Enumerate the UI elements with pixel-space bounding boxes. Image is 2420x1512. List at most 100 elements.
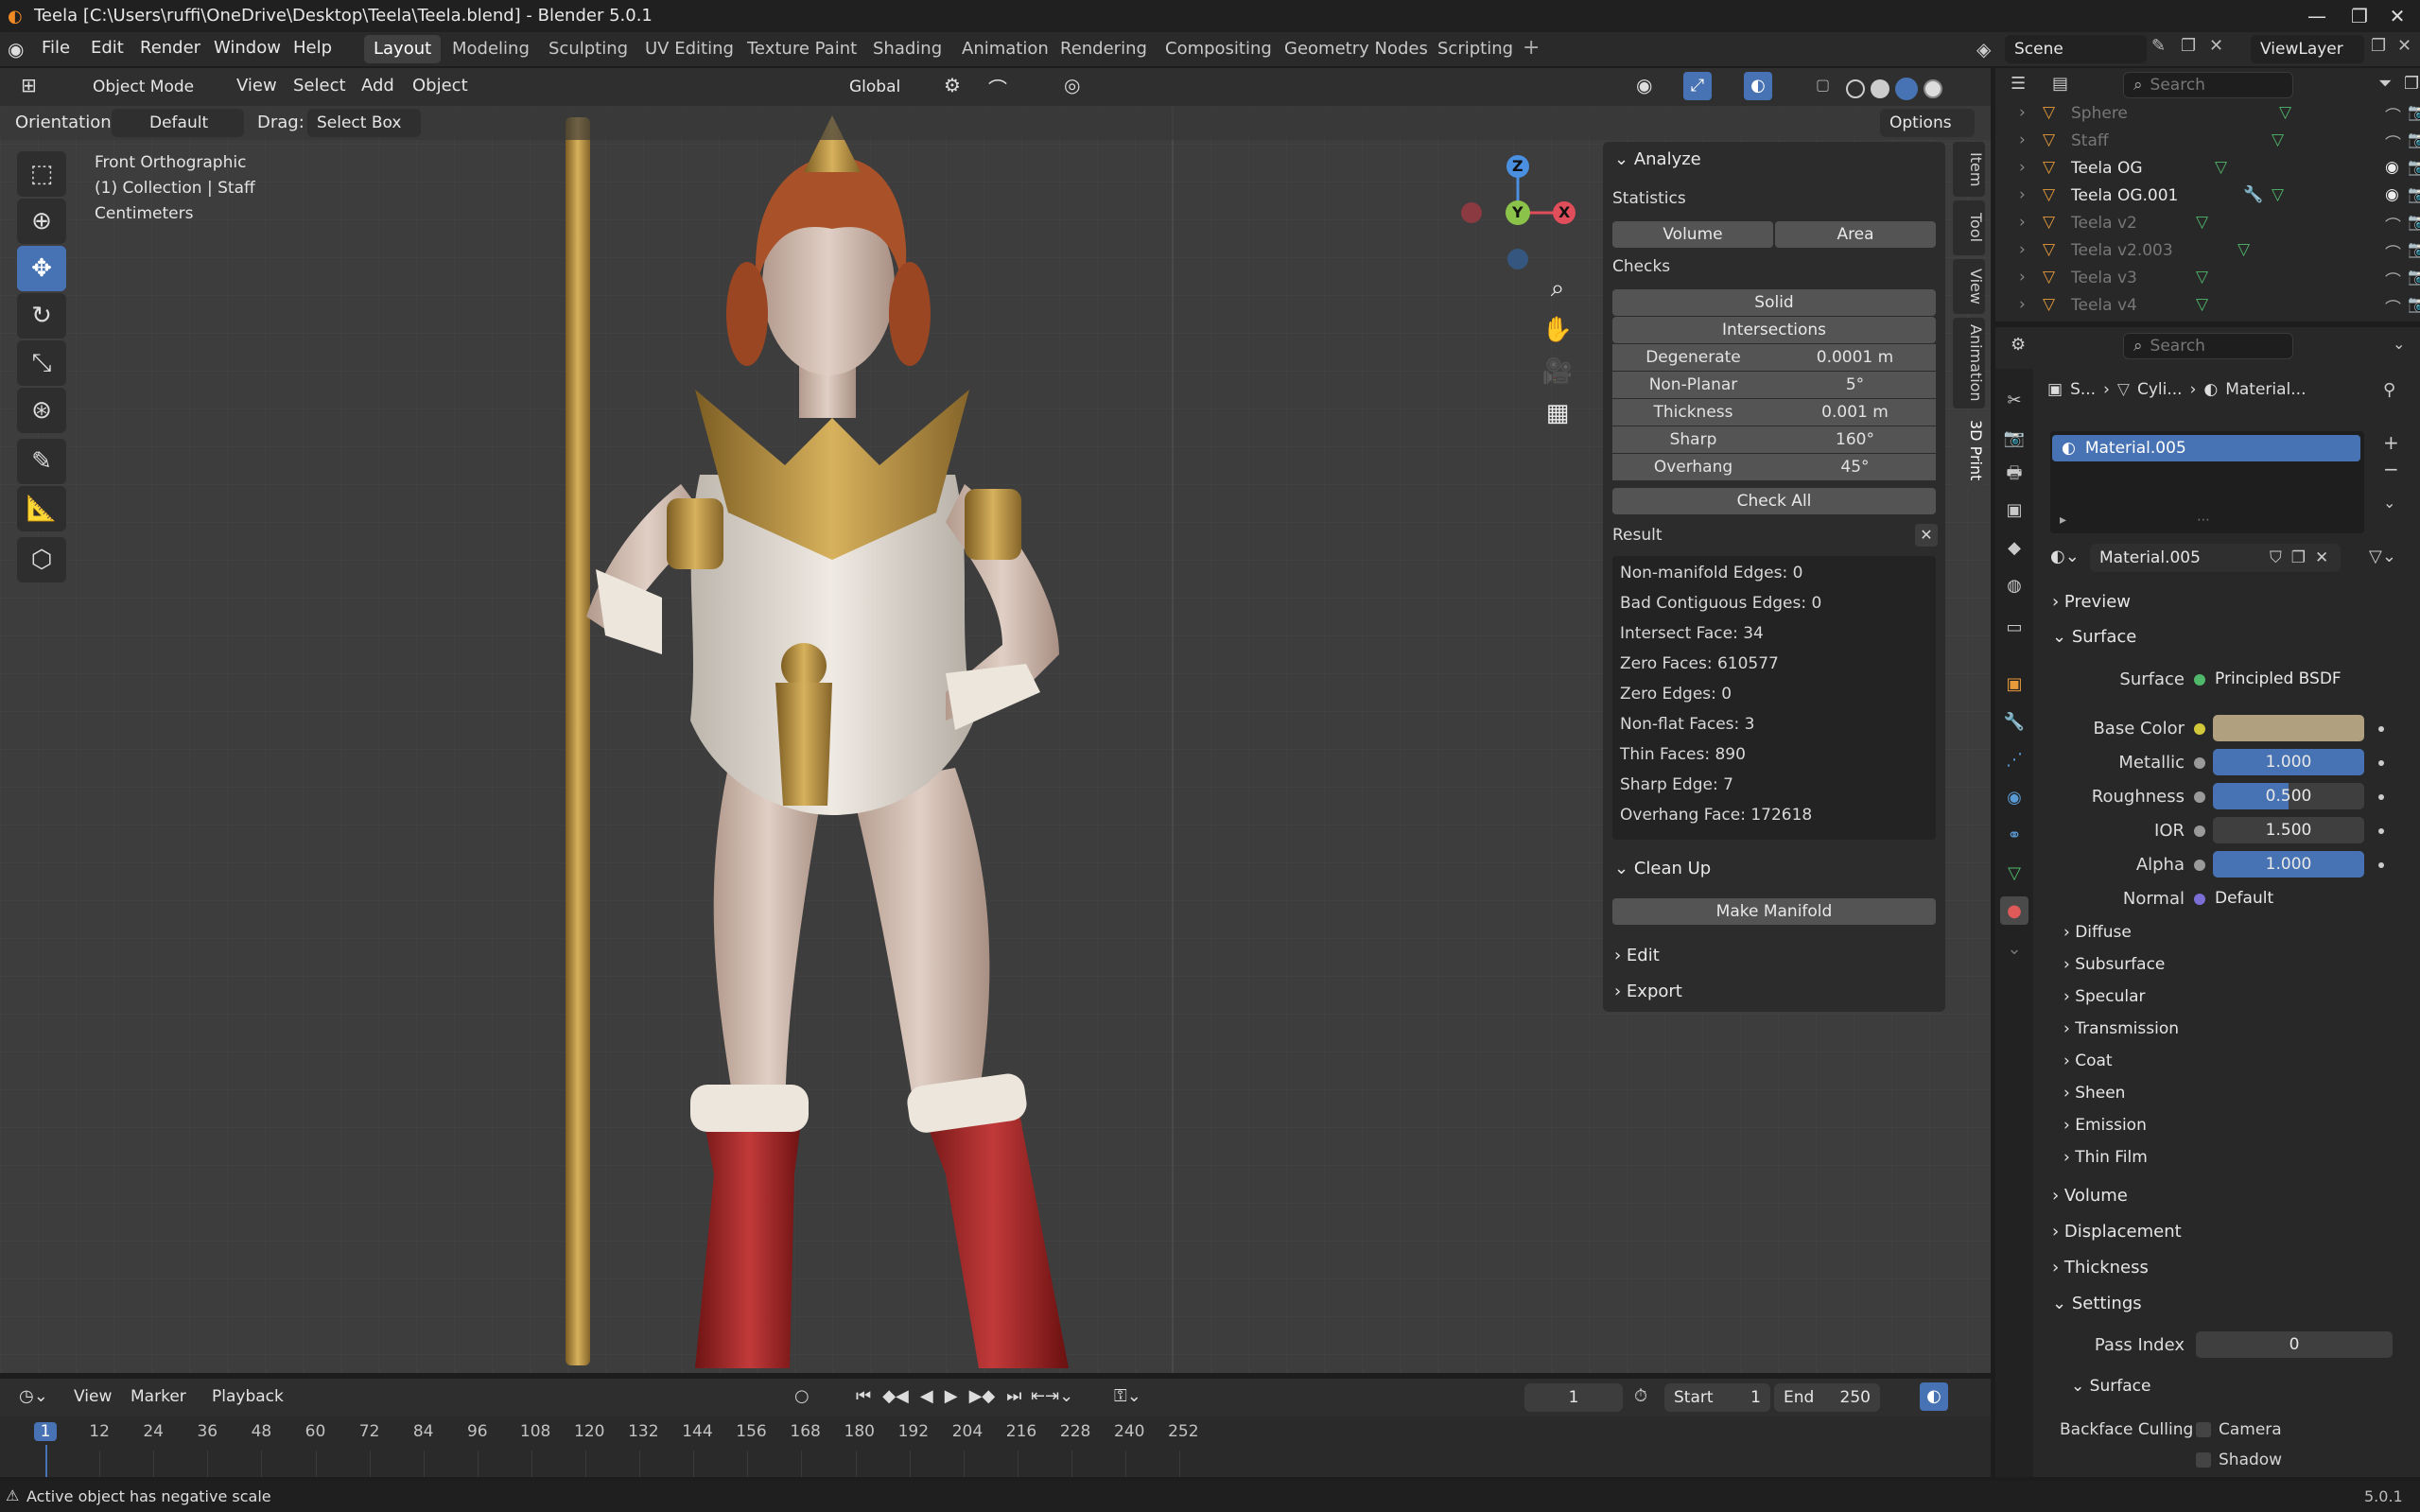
add-cube-tool-icon[interactable]: ⬡ [17,537,66,582]
surface-section[interactable]: ⌄ Surface [2052,627,2136,647]
gizmo-toggle-icon[interactable]: ⤢ [1683,72,1712,100]
ior-field[interactable]: 1.500 [2213,817,2364,843]
playhead[interactable] [45,1445,47,1477]
filter-icon[interactable]: ⏷ [2378,74,2392,94]
tab-animation[interactable]: Animation [952,35,1058,63]
menu-select[interactable]: Select [293,76,346,96]
menu-help[interactable]: Help [293,38,332,58]
tab-scripting[interactable]: Scripting [1428,35,1523,63]
keyframe-dot-icon[interactable] [2378,726,2384,732]
camera-view-icon[interactable]: 🎥 [1537,351,1578,392]
tab-animation-sidebar[interactable]: Animation [1953,318,1985,408]
expand-arrow-icon[interactable]: › [2019,130,2026,149]
area-button[interactable]: Area [1775,221,1936,248]
start-frame-field[interactable]: Start 1 [1664,1383,1770,1412]
properties-editor-icon[interactable]: ⚙ [2011,335,2026,355]
render-camera-icon[interactable]: 📷 [2408,158,2420,177]
tool-tab-icon[interactable]: ✂ [2000,386,2028,414]
tab-shading[interactable]: Shading [863,35,951,63]
specular-subsection[interactable]: › Specular [2063,987,2146,1006]
emission-subsection[interactable]: › Emission [2063,1116,2147,1135]
render-camera-icon[interactable]: 📷 [2408,130,2420,149]
jump-end-icon[interactable]: ⏭ [1006,1386,1021,1406]
material-browse-icon[interactable]: ◐⌄ [2050,547,2080,566]
render-camera-icon[interactable]: 📷 [2408,103,2420,122]
render-camera-icon[interactable]: 📷 [2408,185,2420,204]
sheen-subsection[interactable]: › Sheen [2063,1084,2125,1103]
outliner-search-input[interactable]: ⌕ Search [2123,72,2293,98]
expand-arrow-icon[interactable]: › [2019,103,2026,122]
render-camera-icon[interactable]: 📷 [2408,213,2420,232]
chevron-down-icon[interactable]: ⌄ [2000,934,2028,963]
pan-hand-icon[interactable]: ✋ [1537,309,1578,351]
sharp-row[interactable]: Sharp 160° [1612,426,1936,453]
end-frame-field[interactable]: End 250 [1774,1383,1880,1412]
delete-scene-icon[interactable]: ✕ [2209,36,2223,56]
tab-item[interactable]: Item [1953,142,1985,197]
duplicate-icon[interactable]: ❐ [2291,548,2306,567]
normal-field[interactable]: Default [2213,885,2364,912]
move-tool-icon[interactable]: ✥ [17,246,66,291]
keyframe-dot-icon[interactable] [2378,760,2384,766]
keyframe-dot-icon[interactable] [2378,828,2384,834]
render-tab-icon[interactable]: 📷 [2000,424,2028,452]
scene-icon[interactable]: ◈ [1976,38,1991,61]
hidden-eye-icon[interactable]: ⌒ [2385,268,2401,291]
tab-texture-paint[interactable]: Texture Paint [738,35,866,63]
menu-file[interactable]: File [42,38,70,58]
tab-tool[interactable]: Tool [1953,200,1985,255]
non-planar-row[interactable]: Non-Planar 5° [1612,372,1936,398]
collection-tab-icon[interactable]: ▭ [2000,613,2028,641]
cursor-tool-icon[interactable]: ⊕ [17,199,66,244]
drag-dropdown[interactable]: Select Box [307,109,421,137]
link-type-icon[interactable]: ▽⌄ [2369,547,2396,566]
metallic-slider[interactable]: 1.000 [2213,749,2364,775]
keying-set-icon[interactable]: ⚿⌄ [1114,1386,1141,1406]
hidden-eye-icon[interactable]: ⌒ [2385,103,2401,127]
expand-arrow-icon[interactable]: › [2019,240,2026,259]
view-layer-field[interactable]: ViewLayer [2251,35,2364,63]
play-icon[interactable]: ▶ [945,1386,958,1406]
outliner-row[interactable]: › ▽ Teela v2 ▽ ⌒ 📷 [1995,210,2420,237]
expand-arrow-icon[interactable]: › [2019,185,2026,204]
rotate-tool-icon[interactable]: ↻ [17,293,66,339]
prev-keyframe-icon[interactable]: ◆◀ [882,1386,909,1406]
material-shading-icon[interactable] [1895,78,1918,100]
expand-arrow-icon[interactable]: › [2019,213,2026,232]
outliner-row[interactable]: › ▽ Sphere ▽ ⌒ 📷 [1995,100,2420,128]
coat-subsection[interactable]: › Coat [2063,1051,2113,1070]
thin-film-subsection[interactable]: › Thin Film [2063,1148,2148,1167]
unlink-icon[interactable]: ✕ [2315,548,2328,567]
timeline-view-icon[interactable]: ◐ [1920,1382,1948,1411]
outliner-row[interactable]: › ▽ Teela v3 ▽ ⌒ 📷 [1995,265,2420,292]
camera-checkbox[interactable]: Camera [2196,1420,2282,1439]
chevron-down-icon[interactable]: ⌄ [2393,335,2405,353]
pin-icon[interactable]: ⚲ [2383,380,2395,400]
chevron-down-icon[interactable]: ⌄ [2383,494,2395,512]
world-tab-icon[interactable]: ◍ [2000,571,2028,600]
expand-arrow-icon[interactable]: ▸ [2060,513,2066,528]
output-tab-icon[interactable]: 🖶 [2000,461,2028,490]
new-collection-icon[interactable]: ❐ [2404,74,2419,94]
visibility-icon[interactable]: ◉ [1636,74,1652,96]
hidden-eye-icon[interactable]: ⌒ [2385,240,2401,264]
add-workspace-icon[interactable]: + [1523,36,1540,60]
select-box-tool-icon[interactable]: ⬚ [17,151,66,197]
edit-header[interactable]: › Edit [1614,946,1660,965]
resize-handle-icon[interactable]: ⋯ [2197,513,2210,528]
visible-eye-icon[interactable]: ◉ [2385,158,2399,177]
thickness-row[interactable]: Thickness 0.001 m [1612,399,1936,426]
navigation-gizmo[interactable]: Z X Y [1456,151,1579,274]
blender-menu-icon[interactable]: ◉ [8,38,24,61]
properties-search-input[interactable]: ⌕ Search [2123,333,2293,359]
delete-view-layer-icon[interactable]: ✕ [2397,36,2411,56]
tab-3d-print[interactable]: 3D Print [1953,412,1985,488]
view-layer-tab-icon[interactable]: ▣ [2000,495,2028,524]
expand-arrow-icon[interactable]: › [2019,268,2026,287]
orientation-dropdown[interactable]: Default [112,109,244,137]
keyframe-jump-icon[interactable]: ⇤⇥⌄ [1031,1386,1073,1406]
scale-tool-icon[interactable]: ⤡ [17,340,66,386]
pivot-icon[interactable]: ⚙ [944,74,961,96]
fake-user-shield-icon[interactable]: ⛉ [2270,548,2282,567]
mode-dropdown[interactable]: Object Mode [68,73,219,101]
